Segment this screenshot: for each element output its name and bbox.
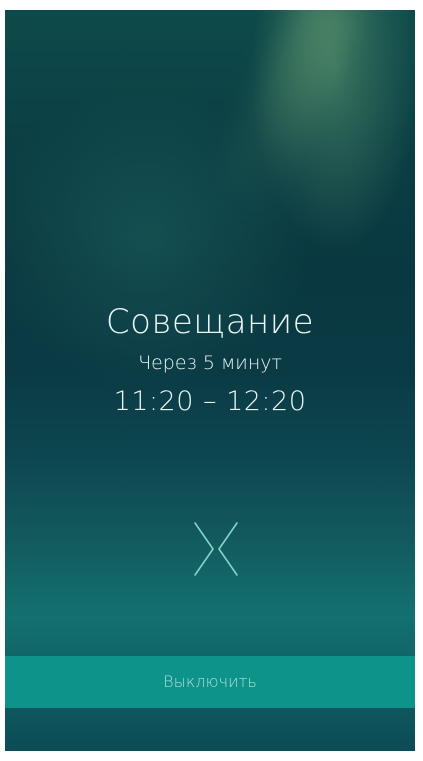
event-info: Совещание Через 5 минут 11:20 – 12:20 xyxy=(5,300,415,420)
background-glow xyxy=(209,10,361,222)
event-title: Совещание xyxy=(105,302,315,342)
dismiss-button[interactable]: Выключить xyxy=(5,656,415,708)
chevron-pair-svg xyxy=(194,522,238,576)
dismiss-button-label: Выключить xyxy=(163,672,257,691)
chevron-pair-icon[interactable] xyxy=(189,520,243,578)
event-reminder-text: Через 5 минут xyxy=(138,352,282,374)
event-time-range: 11:20 – 12:20 xyxy=(113,386,307,417)
alarm-screen: Совещание Через 5 минут 11:20 – 12:20 Вы… xyxy=(5,10,415,751)
